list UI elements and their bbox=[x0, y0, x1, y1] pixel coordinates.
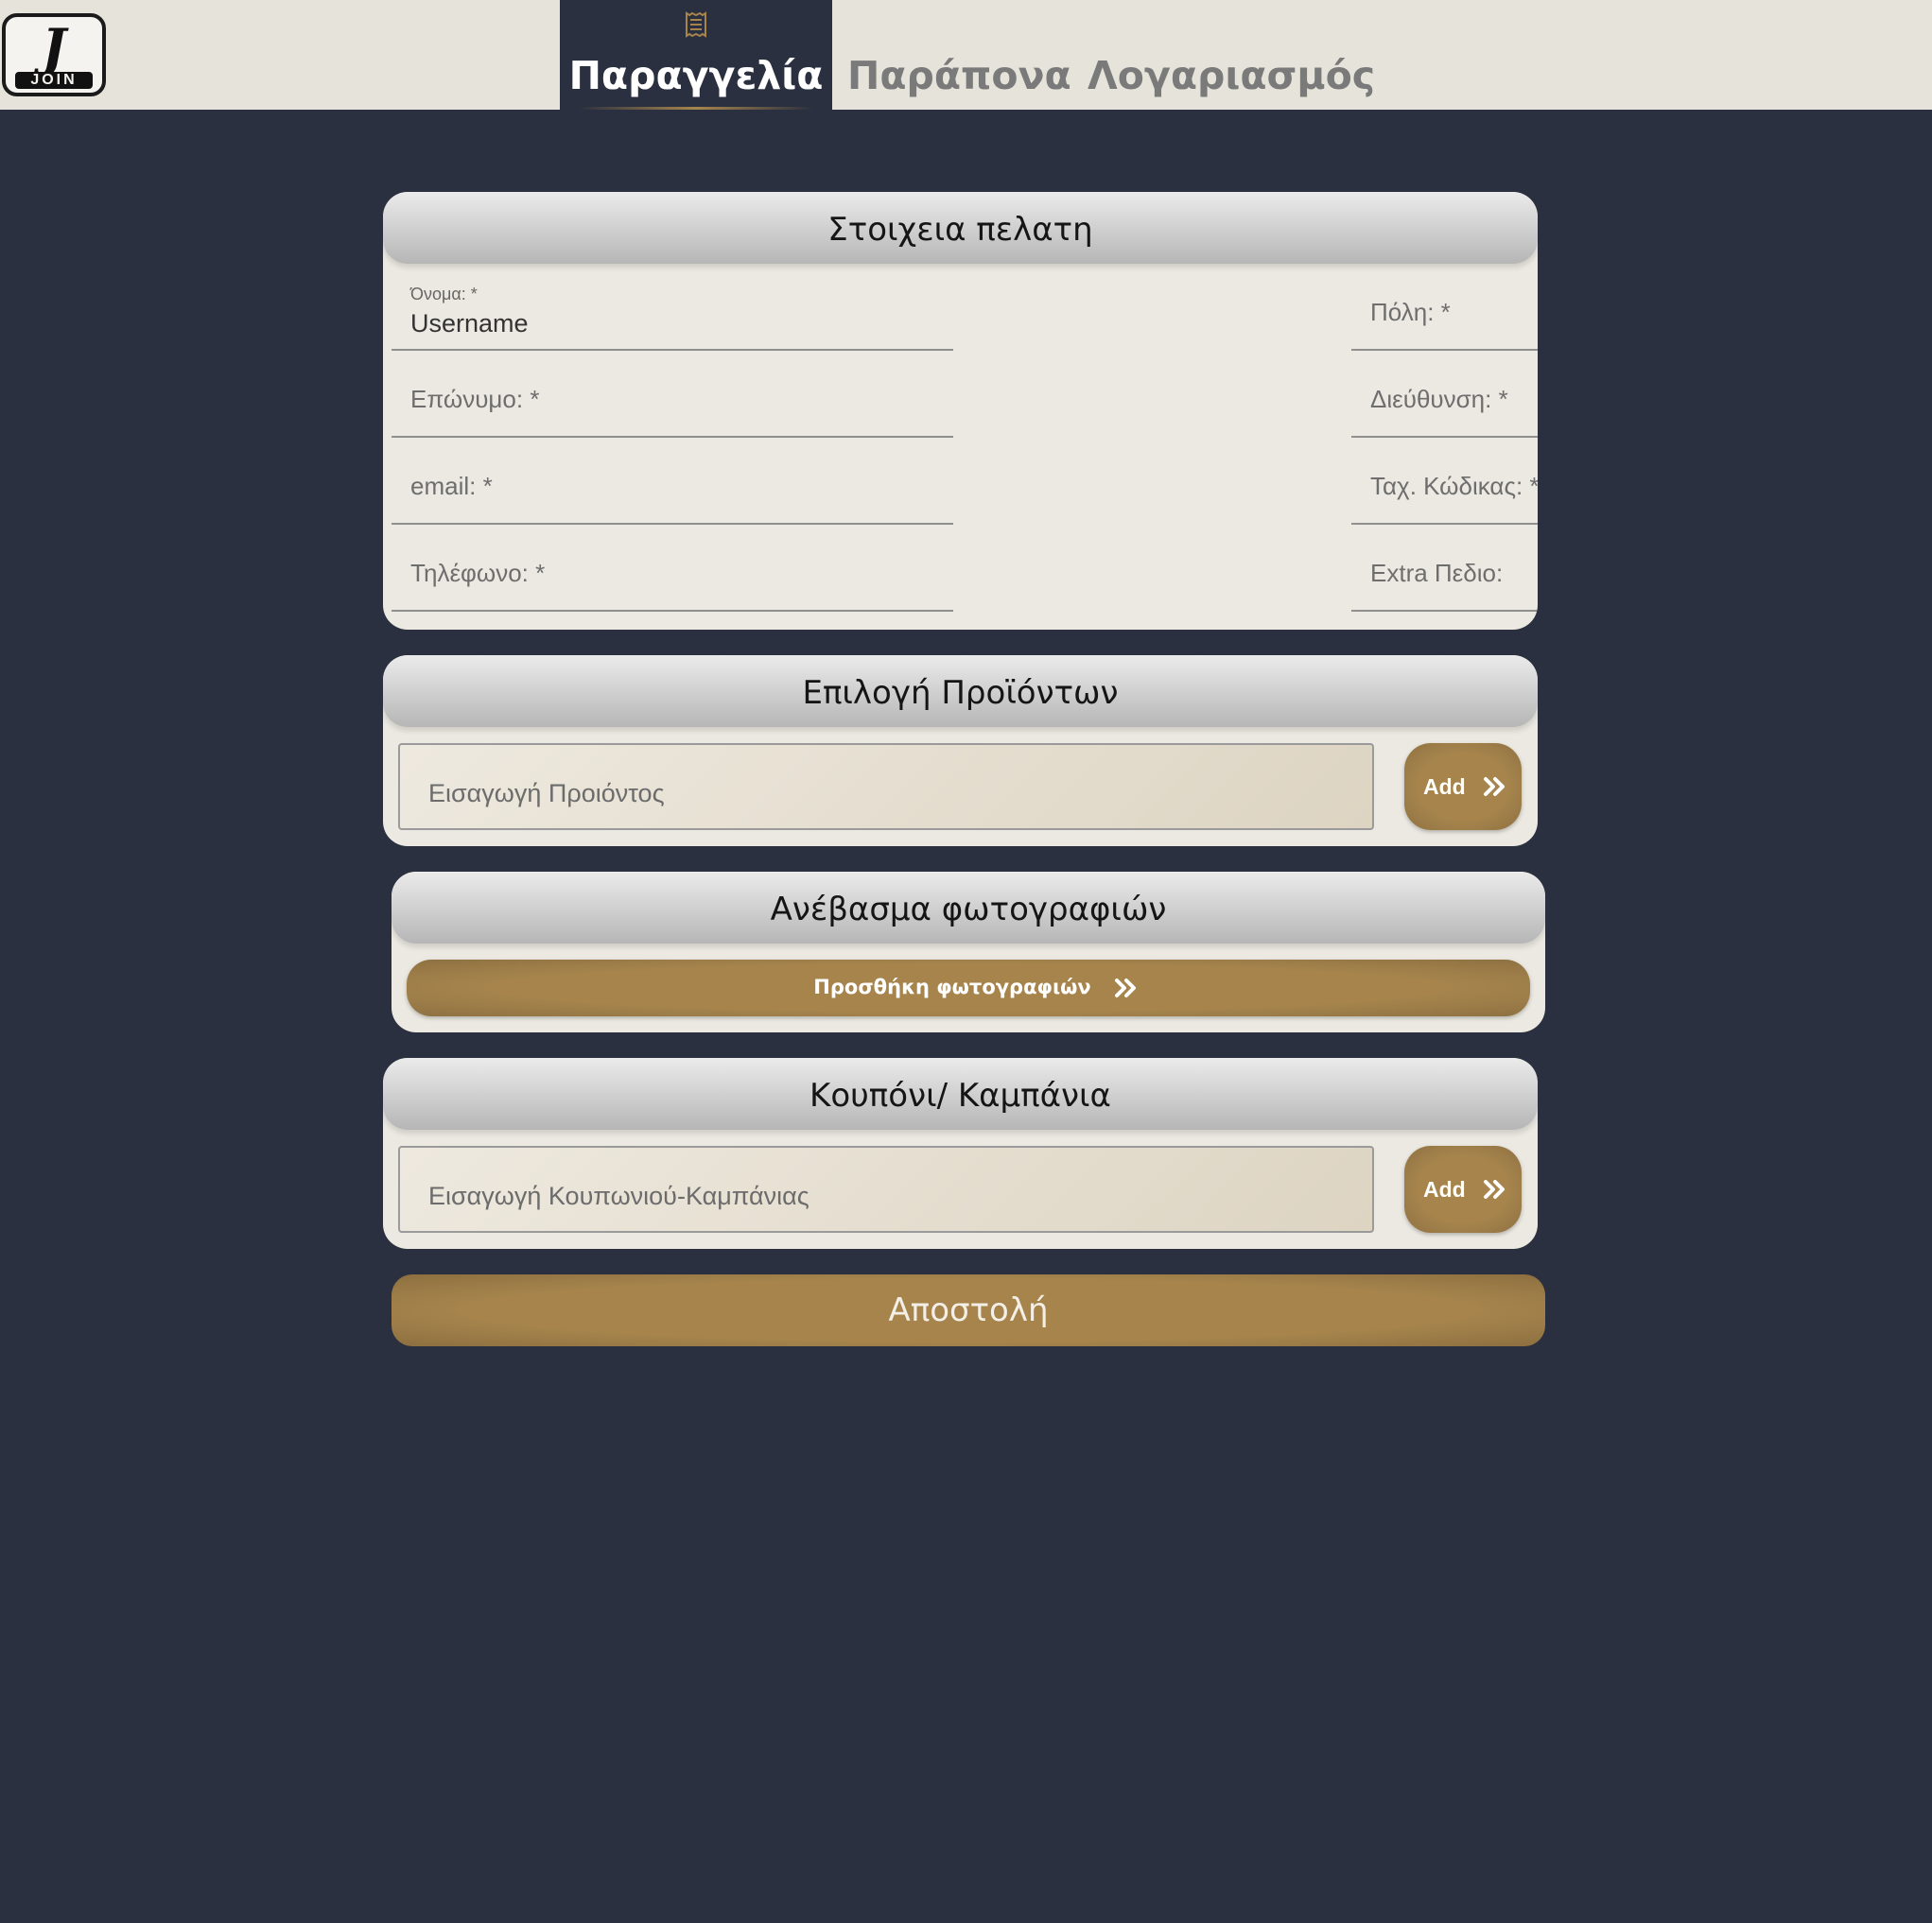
tab-account-label: Λογαριασμός bbox=[1088, 53, 1376, 98]
join-logo[interactable]: J JOIN bbox=[2, 13, 106, 96]
coupon-card: Κουπόνι/ Καμπάνια Εισαγωγή Κουπωνιού-Καμ… bbox=[383, 1058, 1538, 1249]
product-input-placeholder: Εισαγωγή Προιόντος bbox=[428, 779, 665, 807]
name-field-value: Username bbox=[410, 309, 529, 338]
add-photos-label: Προσθήκη φωτογραφιών bbox=[813, 976, 1091, 998]
double-chevron-right-icon bbox=[1484, 777, 1505, 796]
receipt-icon bbox=[686, 11, 706, 38]
top-navigation-bar: J JOIN Παραγγελία Παράπονα Λογαριασμός bbox=[0, 0, 1932, 110]
email-field[interactable]: email: * bbox=[392, 438, 953, 525]
address-field[interactable]: Διεύθυνση: * bbox=[1351, 351, 1538, 438]
photo-upload-card: Ανέβασμα φωτογραφιών Προσθήκη φωτογραφιώ… bbox=[392, 872, 1545, 1032]
phone-field-placeholder: Τηλέφωνο: * bbox=[410, 559, 546, 587]
double-chevron-right-icon bbox=[1115, 979, 1136, 997]
postcode-field[interactable]: Ταχ. Κώδικας: * bbox=[1351, 438, 1538, 525]
name-field-label: Όνομα: * bbox=[410, 285, 478, 303]
tab-order[interactable]: Παραγγελία bbox=[560, 0, 832, 110]
customer-details-title: Στοιχεια πελατη bbox=[383, 192, 1538, 264]
tab-account[interactable]: Λογαριασμός bbox=[1088, 0, 1376, 110]
customer-fields: Όνομα: * Username Πόλη: * Επώνυμο: * Διε… bbox=[383, 264, 1538, 630]
logo-wordmark: JOIN bbox=[15, 72, 93, 89]
photo-upload-title: Ανέβασμα φωτογραφιών bbox=[392, 872, 1545, 944]
tab-complaints[interactable]: Παράπονα bbox=[847, 0, 1071, 110]
tab-complaints-label: Παράπονα bbox=[847, 53, 1071, 98]
logo-monogram: J bbox=[42, 17, 66, 78]
product-input[interactable]: Εισαγωγή Προιόντος bbox=[398, 743, 1374, 830]
address-field-placeholder: Διεύθυνση: * bbox=[1370, 385, 1508, 413]
city-field-placeholder: Πόλη: * bbox=[1370, 298, 1451, 326]
tab-order-label: Παραγγελία bbox=[568, 53, 824, 98]
coupon-input-placeholder: Εισαγωγή Κουπωνιού-Καμπάνιας bbox=[428, 1182, 809, 1210]
extra-field[interactable]: Extra Πεδιο: bbox=[1351, 525, 1538, 612]
surname-field-placeholder: Επώνυμο: * bbox=[410, 385, 540, 413]
city-field[interactable]: Πόλη: * bbox=[1351, 264, 1538, 351]
surname-field[interactable]: Επώνυμο: * bbox=[392, 351, 953, 438]
phone-field[interactable]: Τηλέφωνο: * bbox=[392, 525, 953, 612]
double-chevron-right-icon bbox=[1484, 1180, 1505, 1199]
submit-button[interactable]: Αποστολή bbox=[392, 1274, 1545, 1346]
email-field-placeholder: email: * bbox=[410, 472, 493, 500]
customer-details-card: Στοιχεια πελατη Όνομα: * Username Πόλη: … bbox=[383, 192, 1538, 630]
add-photos-button[interactable]: Προσθήκη φωτογραφιών bbox=[407, 960, 1530, 1016]
postcode-field-placeholder: Ταχ. Κώδικας: * bbox=[1370, 472, 1538, 500]
add-product-button[interactable]: Add bbox=[1404, 743, 1522, 830]
add-product-label: Add bbox=[1423, 774, 1466, 799]
product-selection-card: Επιλογή Προϊόντων Εισαγωγή Προιόντος Add bbox=[383, 655, 1538, 846]
product-selection-title: Επιλογή Προϊόντων bbox=[383, 655, 1538, 727]
coupon-title: Κουπόνι/ Καμπάνια bbox=[383, 1058, 1538, 1130]
add-coupon-label: Add bbox=[1423, 1177, 1466, 1202]
name-field[interactable]: Όνομα: * Username bbox=[392, 264, 953, 351]
extra-field-placeholder: Extra Πεδιο: bbox=[1370, 559, 1504, 587]
add-coupon-button[interactable]: Add bbox=[1404, 1146, 1522, 1233]
coupon-input[interactable]: Εισαγωγή Κουπωνιού-Καμπάνιας bbox=[398, 1146, 1374, 1233]
